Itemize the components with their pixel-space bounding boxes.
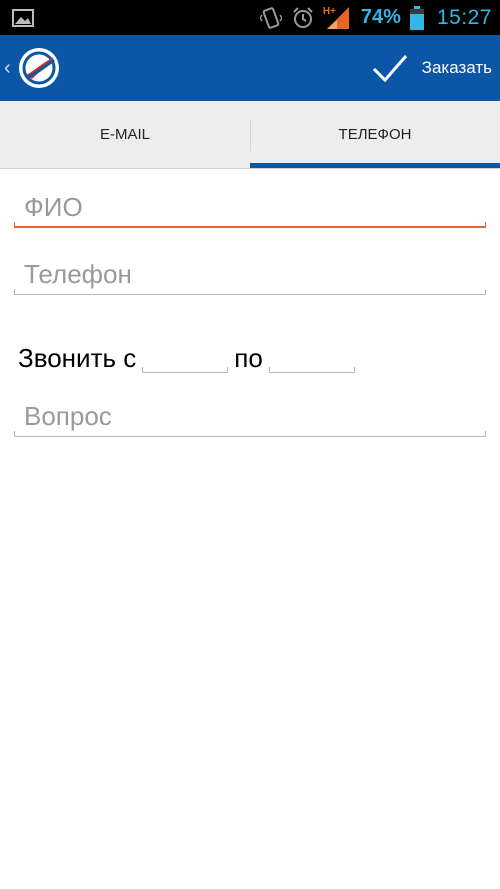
phone-field[interactable] <box>14 255 486 295</box>
call-from-underline <box>142 367 229 373</box>
call-from-input[interactable] <box>142 337 233 373</box>
order-label: Заказать <box>421 58 492 77</box>
call-from-field[interactable] <box>142 337 233 373</box>
order-button[interactable]: Заказать <box>372 35 500 101</box>
call-to-field[interactable] <box>268 337 359 373</box>
name-field-underline <box>14 222 486 228</box>
tab-bar: E-MAIL ТЕЛЕФОН <box>0 101 500 169</box>
call-to-label: по <box>234 343 263 373</box>
call-to-underline <box>268 367 355 373</box>
network-type-label: H+ <box>322 5 336 17</box>
action-bar: ‹ Заказать <box>0 35 500 101</box>
name-input[interactable] <box>14 188 486 226</box>
question-field[interactable] <box>14 397 486 437</box>
battery-icon <box>409 5 425 30</box>
phone-field-underline <box>14 289 486 295</box>
tab-phone-label: ТЕЛЕФОН <box>338 126 412 143</box>
call-from-label: Звонить с <box>18 343 137 373</box>
battery-percent: 74% <box>360 6 401 28</box>
vibrate-icon <box>259 6 283 30</box>
tab-email[interactable]: E-MAIL <box>0 101 250 168</box>
clock: 15:27 <box>436 5 492 29</box>
gallery-icon <box>12 9 34 27</box>
question-field-underline <box>14 431 486 437</box>
tab-email-label: E-MAIL <box>99 126 150 143</box>
tab-phone[interactable]: ТЕЛЕФОН <box>250 101 500 168</box>
alarm-icon <box>291 6 315 30</box>
app-logo[interactable] <box>18 47 60 89</box>
question-input[interactable] <box>14 397 486 435</box>
phone-input[interactable] <box>14 255 486 293</box>
call-to-input[interactable] <box>268 337 359 373</box>
name-field[interactable] <box>14 188 486 228</box>
signal-icon: H+ <box>323 6 351 30</box>
call-time-row: Звонить с по <box>18 333 361 373</box>
back-chevron-icon[interactable]: ‹ <box>4 58 11 78</box>
check-icon <box>372 55 407 83</box>
status-bar: H+ 74% 15:27 <box>0 0 500 35</box>
